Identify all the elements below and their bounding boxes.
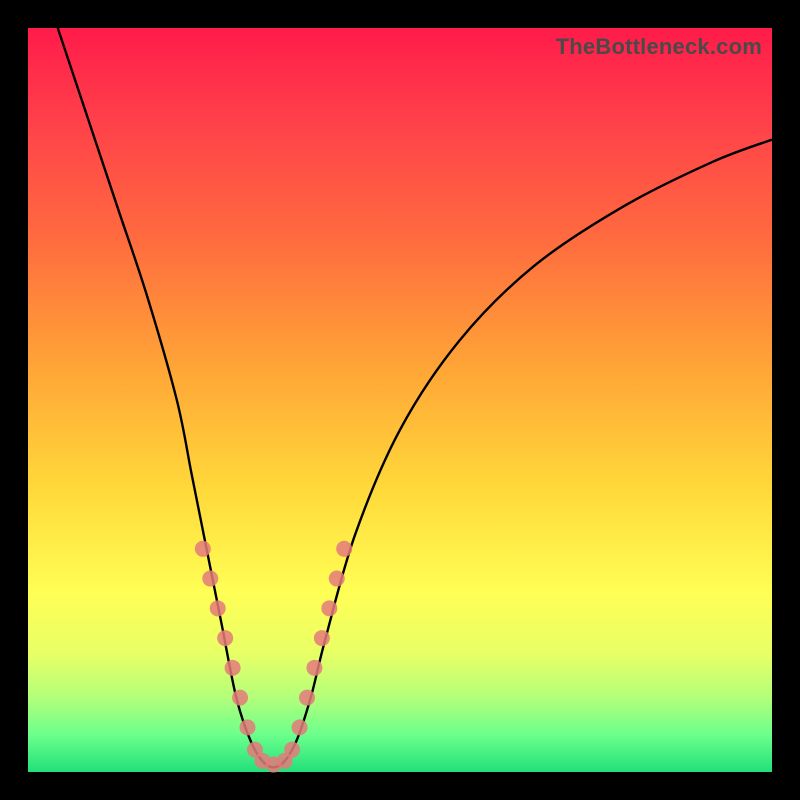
highlight-dot bbox=[284, 742, 300, 758]
highlight-dot bbox=[321, 600, 337, 616]
highlight-dot bbox=[314, 630, 330, 646]
highlight-dot bbox=[292, 719, 308, 735]
highlight-dot bbox=[239, 719, 255, 735]
highlight-dot bbox=[232, 690, 248, 706]
chart-frame: TheBottleneck.com bbox=[0, 0, 800, 800]
plot-area: TheBottleneck.com bbox=[28, 28, 772, 772]
highlight-dot bbox=[336, 541, 352, 557]
highlight-dot bbox=[195, 541, 211, 557]
highlight-dot bbox=[299, 690, 315, 706]
highlight-dot bbox=[306, 660, 322, 676]
curve-svg bbox=[28, 28, 772, 772]
highlight-dot bbox=[329, 571, 345, 587]
highlight-dots bbox=[195, 541, 352, 773]
highlight-dot bbox=[202, 571, 218, 587]
highlight-dot bbox=[210, 600, 226, 616]
highlight-dot bbox=[217, 630, 233, 646]
bottleneck-curve bbox=[58, 28, 772, 767]
highlight-dot bbox=[225, 660, 241, 676]
